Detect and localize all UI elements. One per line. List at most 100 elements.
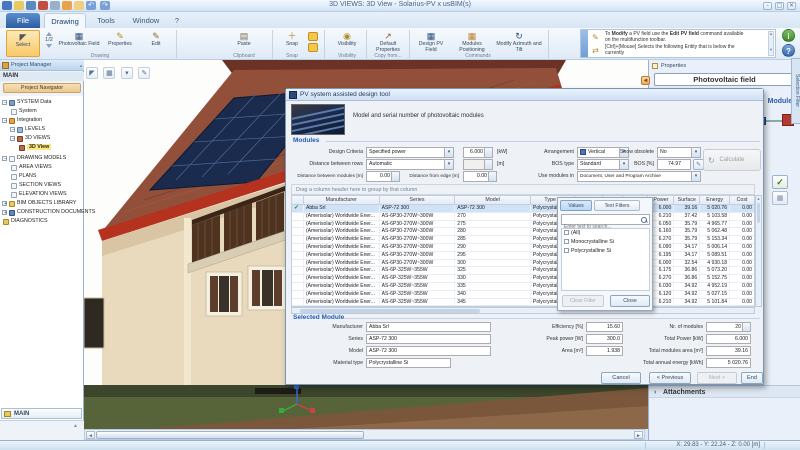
tab-drawing[interactable]: Drawing	[44, 13, 86, 28]
table-row[interactable]: (Amerisolar) Worldwide Ener... AS-6P30-2…	[292, 213, 754, 221]
scrollbar-thumb[interactable]	[96, 431, 364, 439]
tree-item-elevation-views[interactable]: ELEVATION VIEWS	[0, 190, 83, 199]
row-checkbox[interactable]	[292, 252, 304, 259]
tree-item-bim-objects-library[interactable]: BIM OBJECTS LIBRARY	[0, 199, 83, 208]
table-row[interactable]: (Amerisolar) Worldwide Ener... AS-6P-325…	[292, 267, 754, 275]
design-criteria-select[interactable]: Specified power	[366, 147, 454, 158]
tree-item-3d-views[interactable]: 3D VIEWS	[0, 134, 83, 143]
tree-item-plans[interactable]: PLANS	[0, 172, 83, 181]
dropdown-icon[interactable]: ▾	[121, 67, 133, 79]
expander-icon[interactable]	[2, 100, 7, 105]
dialog-title-bar[interactable]: PV system assisted design tool	[286, 89, 763, 101]
row-checkbox[interactable]	[292, 213, 304, 220]
clear-filter-button[interactable]: Clear Filter	[562, 295, 604, 307]
filter-list-item[interactable]: Polycrystalline Si	[562, 247, 649, 256]
snap-option-icon[interactable]	[308, 32, 318, 41]
group-by-hint-bar[interactable]: Drag a column header here to group by th…	[291, 184, 755, 195]
table-row[interactable]: (Amerisolar) Worldwide Ener... AS-6P-325…	[292, 299, 754, 307]
end-button[interactable]: End	[741, 372, 763, 384]
column-header-cost[interactable]: Cost	[730, 196, 754, 204]
row-checkbox[interactable]	[292, 283, 304, 290]
viewport-horizontal-scrollbar[interactable]: ◄ ►	[84, 429, 645, 440]
info-button[interactable]: i	[782, 29, 795, 42]
calculate-button[interactable]: ↻ Calculate	[703, 149, 761, 171]
row-checkbox[interactable]	[292, 299, 304, 306]
help-scrollbar[interactable]: ▲▼	[768, 31, 774, 56]
filter-tab-values[interactable]: Values	[560, 200, 592, 211]
specified-power-input[interactable]: 6.000	[463, 147, 493, 158]
row-checkbox[interactable]	[292, 221, 304, 228]
row-checkbox[interactable]	[292, 205, 304, 212]
scroll-left-icon[interactable]: ◄	[86, 431, 95, 439]
tab-help[interactable]: ?	[170, 13, 184, 28]
step-down-icon[interactable]	[46, 44, 52, 48]
next-button[interactable]: Next >	[697, 372, 737, 384]
tree-item-area-views[interactable]: AREA VIEWS	[0, 163, 83, 172]
table-row[interactable]: (Amerisolar) Worldwide Ener... AS-6P30-2…	[292, 244, 754, 252]
selection-filter-tab[interactable]: Selection Filter	[791, 58, 800, 124]
row-checkbox[interactable]	[292, 260, 304, 267]
expander-icon[interactable]	[10, 136, 15, 141]
tree-item-diagnostics[interactable]: DIAGNOSTICS	[0, 217, 83, 226]
search-icon[interactable]	[640, 216, 648, 224]
filter-tab-text-filters[interactable]: Text Filters	[594, 200, 640, 211]
filter-list-item[interactable]: (All)	[562, 229, 649, 238]
collapse-icon[interactable]: ▲	[73, 423, 78, 429]
expander-icon[interactable]	[2, 201, 7, 206]
expander-icon[interactable]	[10, 127, 15, 132]
row-checkbox[interactable]	[292, 236, 304, 243]
tree-item-levels[interactable]: LEVELS	[0, 125, 83, 134]
quick-help-tab[interactable]	[581, 30, 588, 57]
tree-item-drawing-models[interactable]: DRAWING MODELS	[0, 154, 83, 163]
table-row[interactable]: (Amerisolar) Worldwide Ener... AS-6P30-2…	[292, 228, 754, 236]
project-navigator-button[interactable]: Project Navigator	[3, 83, 81, 93]
sm-nr-modules-input[interactable]: 20	[706, 322, 751, 332]
sidebar-main-tab[interactable]: MAIN	[1, 408, 82, 419]
close-filter-button[interactable]: Close	[610, 295, 650, 307]
table-row[interactable]: Abba Srl ASP-72 300 ASP-72 300 Polycryst…	[292, 205, 754, 213]
column-header-surface[interactable]: Surface	[674, 196, 700, 204]
restore-button[interactable]: ▢	[775, 2, 784, 10]
filter-list-item[interactable]: Monocrystalline Si	[562, 238, 649, 247]
edit-button[interactable]: ✎ Edit	[141, 30, 171, 57]
step-up-icon[interactable]	[46, 32, 52, 36]
tree-item-section-views[interactable]: SECTION VIEWS	[0, 181, 83, 190]
display-style-icon[interactable]: ▦	[103, 67, 115, 79]
attachments-section-header[interactable]: › Attachments	[649, 385, 800, 398]
table-row[interactable]: (Amerisolar) Worldwide Ener... AS-6P30-2…	[292, 236, 754, 244]
tree-item-3d-view[interactable]: 3D View	[0, 143, 83, 152]
row-checkbox[interactable]	[292, 275, 304, 282]
edit-pencil-icon[interactable]: ✎	[138, 67, 150, 79]
cancel-button[interactable]: Cancel	[601, 372, 641, 384]
tree-item-system[interactable]: System	[0, 107, 83, 116]
previous-button[interactable]: < Previous	[649, 372, 691, 384]
distance-modules-input[interactable]: 0.00	[366, 171, 400, 182]
row-checkbox[interactable]	[292, 291, 304, 298]
table-row[interactable]: (Amerisolar) Worldwide Ener... AS-6P30-2…	[292, 260, 754, 268]
table-row[interactable]: (Amerisolar) Worldwide Ener... AS-6P-325…	[292, 275, 754, 283]
tree-item-integration[interactable]: Integration	[0, 116, 83, 125]
column-header-series[interactable]: Series	[380, 196, 456, 204]
row-checkbox[interactable]	[292, 228, 304, 235]
minimize-button[interactable]: −	[763, 2, 772, 10]
expander-icon[interactable]	[2, 210, 7, 215]
filter-checkbox[interactable]	[564, 239, 569, 244]
scroll-right-icon[interactable]: ►	[634, 431, 643, 439]
help-button[interactable]: ?	[782, 44, 795, 57]
back-arrow-icon[interactable]: ◄	[641, 76, 650, 85]
distance-edge-input[interactable]: 0.00	[463, 171, 497, 182]
select-cursor-icon[interactable]: ◤	[86, 67, 98, 79]
table-row[interactable]: (Amerisolar) Worldwide Ener... AS-6P-325…	[292, 291, 754, 299]
row-checkbox[interactable]	[292, 267, 304, 274]
tree-item-construction-documents[interactable]: CONSTRUCTION DOCUMENTS	[0, 208, 83, 217]
column-header-model[interactable]: Model	[455, 196, 531, 204]
close-button[interactable]: ✕	[787, 2, 796, 10]
row-checkbox[interactable]	[292, 244, 304, 251]
expander-icon[interactable]	[2, 156, 7, 161]
table-row[interactable]: (Amerisolar) Worldwide Ener... AS-6P30-2…	[292, 252, 754, 260]
table-row[interactable]: (Amerisolar) Worldwide Ener... AS-6P30-2…	[292, 221, 754, 229]
bos-pct-input[interactable]: 74.97	[657, 159, 691, 170]
table-row[interactable]: (Amerisolar) Worldwide Ener... AS-6P-325…	[292, 283, 754, 291]
tab-tools[interactable]: Tools	[90, 13, 122, 28]
tab-file[interactable]: File	[6, 13, 40, 28]
